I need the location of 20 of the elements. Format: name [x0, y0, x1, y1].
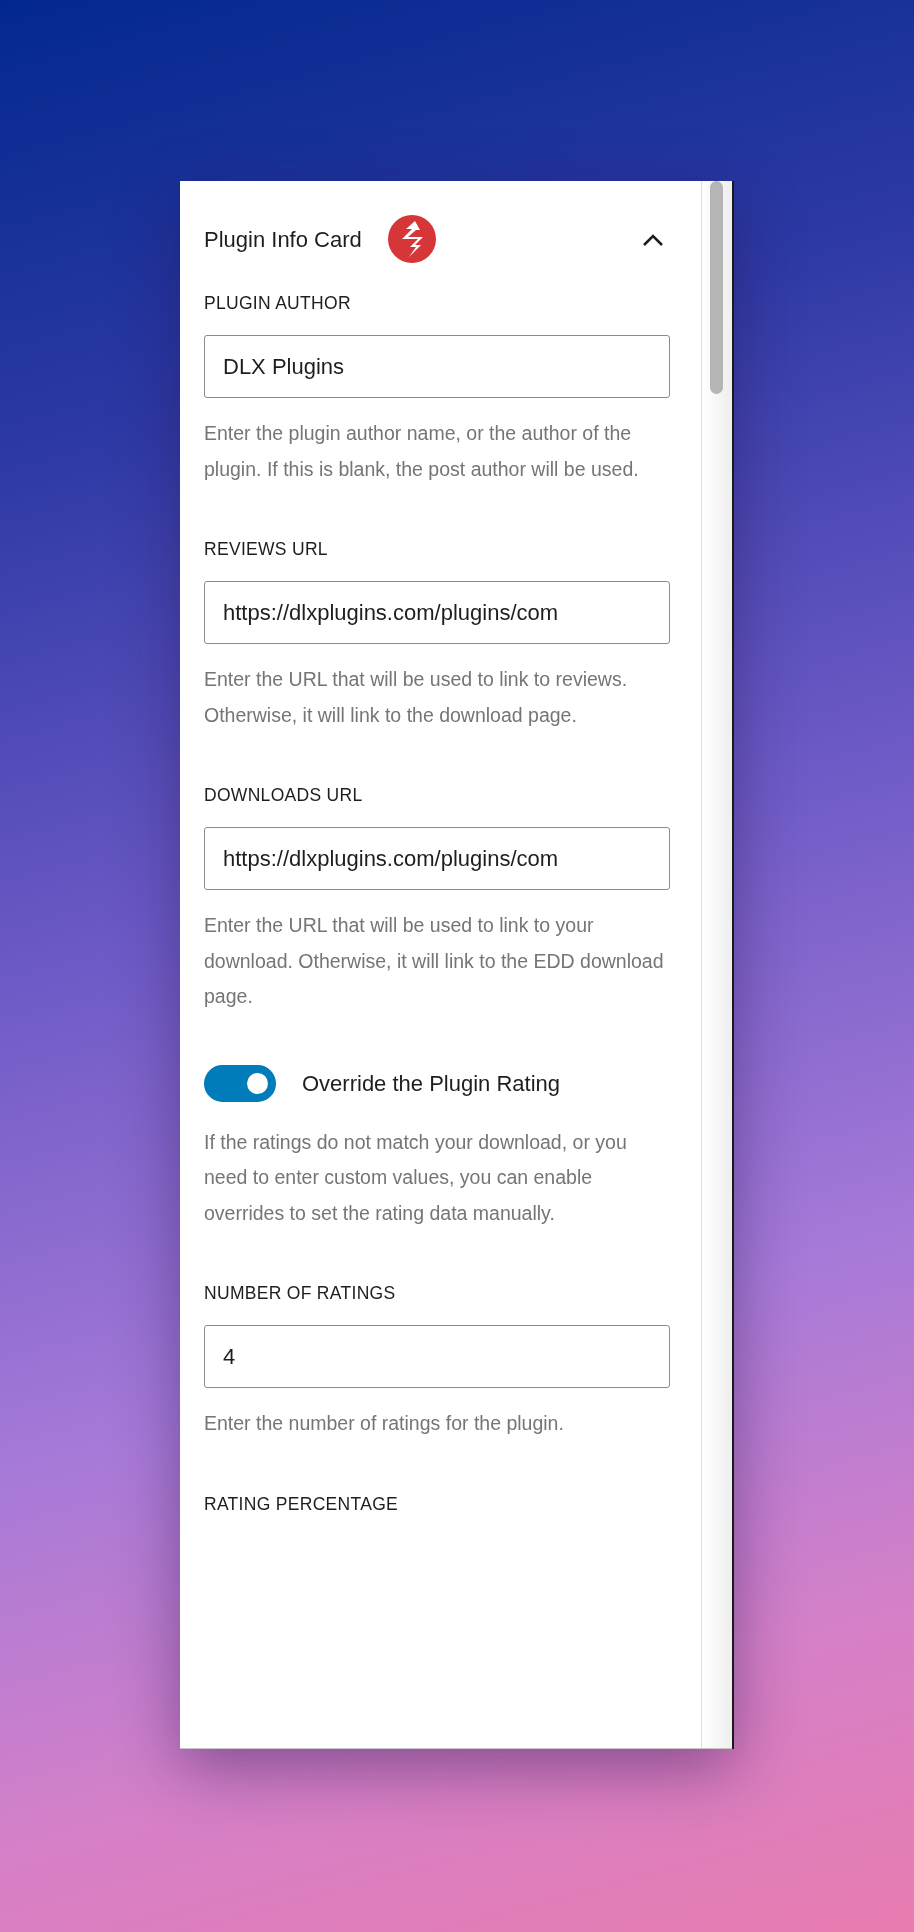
toggle-label: Override the Plugin Rating — [302, 1069, 561, 1098]
text-field[interactable]: 4 — [204, 1325, 670, 1388]
toggle-switch[interactable] — [204, 1064, 276, 1102]
scrollbar-thumb[interactable] — [710, 181, 723, 394]
field-label: DOWNLOADS URL — [204, 784, 364, 807]
help-text: Enter the URL that will be used to link to reviews. Otherwise, it will link to the download page. — [204, 667, 629, 728]
help-text: If the ratings do not match your download, or you need to enter custom values, you can enable overrides to set the rating data manually. — [204, 1129, 628, 1226]
text-field[interactable]: https://dlxplugins.com/plugins/com — [204, 827, 670, 890]
field-label: NUMBER OF RATINGS — [204, 1282, 397, 1305]
text-field[interactable]: https://dlxplugins.com/plugins/com — [204, 581, 670, 644]
panel-title: Plugin Info Card — [204, 225, 362, 254]
field-label: REVIEWS URL — [204, 538, 329, 561]
help-text: Enter the number of ratings for the plugin. — [204, 1411, 565, 1436]
field-label: RATING PERCENTAGE — [204, 1492, 400, 1516]
help-text: Enter the URL that will be used to link to your download. Otherwise, it will link to the EDD download page. — [204, 913, 664, 1009]
scrollbar[interactable] — [701, 181, 732, 1748]
text-field[interactable]: DLX Plugins — [204, 335, 670, 398]
field-label: PLUGIN AUTHOR — [204, 292, 352, 315]
plugin-logo-icon — [387, 215, 436, 263]
help-text: Enter the plugin author name, or the author of the plugin. If this is blank, the post author will be used. — [204, 421, 640, 482]
